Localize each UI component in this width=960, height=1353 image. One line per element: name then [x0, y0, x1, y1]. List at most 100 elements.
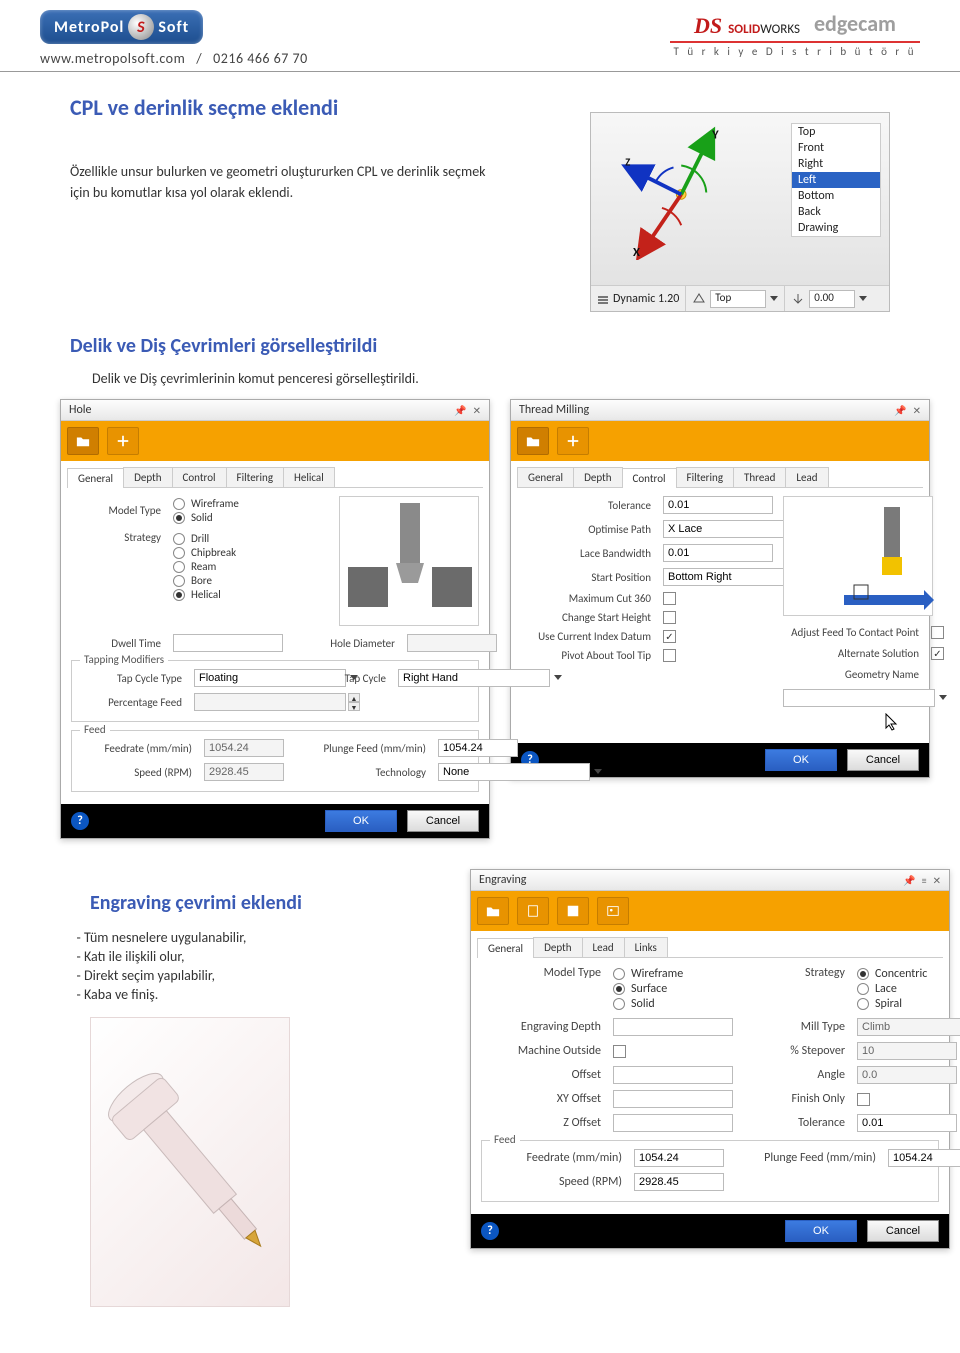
view-option[interactable]: Left: [792, 172, 880, 188]
z-offset-input[interactable]: [613, 1114, 733, 1132]
radio-icon[interactable]: [173, 589, 185, 601]
radio-icon[interactable]: [613, 968, 625, 980]
cancel-button[interactable]: Cancel: [407, 810, 479, 832]
tolerance-input[interactable]: [663, 496, 773, 514]
pin-icon[interactable]: 📌: [454, 404, 466, 417]
spin-up-icon[interactable]: ▲: [348, 693, 360, 702]
tab-general[interactable]: General: [517, 467, 574, 487]
ribbon-page-button[interactable]: [517, 897, 549, 925]
view-option[interactable]: Top: [792, 124, 880, 140]
tab-depth[interactable]: Depth: [573, 467, 622, 487]
tab-depth[interactable]: Depth: [533, 937, 582, 957]
radio-icon[interactable]: [173, 533, 185, 545]
ribbon-folder-button[interactable]: [477, 897, 509, 925]
pivot-tool-tip-check[interactable]: [663, 649, 676, 662]
depth-input[interactable]: 0.00: [809, 290, 855, 308]
radio-option[interactable]: Spiral: [857, 997, 957, 1011]
radio-icon[interactable]: [173, 547, 185, 559]
radio-icon[interactable]: [857, 998, 869, 1010]
chevron-down-icon[interactable]: [770, 296, 778, 301]
view-option[interactable]: Back: [792, 204, 880, 220]
radio-option[interactable]: Wireframe: [173, 497, 327, 510]
view-option[interactable]: Drawing: [792, 220, 880, 236]
plunge-input[interactable]: [888, 1149, 960, 1167]
view-option[interactable]: Bottom: [792, 188, 880, 204]
chevron-down-icon[interactable]: [594, 769, 602, 781]
pin-icon[interactable]: 📌: [903, 874, 915, 887]
finish-only-check[interactable]: [857, 1093, 870, 1106]
tab-control[interactable]: Control: [622, 468, 677, 488]
engraving-depth-input[interactable]: [613, 1018, 733, 1036]
radio-option[interactable]: Ream: [173, 560, 327, 573]
tap-cycle-combo[interactable]: [398, 669, 550, 687]
mill-type-combo[interactable]: [857, 1018, 960, 1036]
radio-option[interactable]: Solid: [613, 997, 733, 1011]
view-list[interactable]: TopFrontRightLeftBottomBackDrawing: [791, 123, 881, 237]
ribbon-folder-button[interactable]: [67, 427, 99, 455]
cpl-combo[interactable]: Top: [710, 290, 766, 308]
chevron-down-icon[interactable]: [554, 675, 562, 687]
help-icon[interactable]: ?: [71, 812, 89, 830]
offset-input[interactable]: [613, 1066, 733, 1084]
tab-general[interactable]: General: [67, 468, 124, 488]
tab-control[interactable]: Control: [172, 467, 227, 487]
tab-links[interactable]: Links: [624, 937, 668, 957]
radio-option[interactable]: Drill: [173, 532, 327, 545]
help-icon[interactable]: ?: [481, 1222, 499, 1240]
spin-down-icon[interactable]: ▼: [348, 702, 360, 711]
ok-button[interactable]: OK: [765, 749, 837, 771]
tab-lead[interactable]: Lead: [785, 467, 828, 487]
ribbon-add-button[interactable]: [107, 427, 139, 455]
lace-bandwidth-input[interactable]: [663, 544, 773, 562]
tab-depth[interactable]: Depth: [123, 467, 172, 487]
tolerance-input[interactable]: [857, 1114, 957, 1132]
tab-general[interactable]: General: [477, 938, 534, 958]
radio-option[interactable]: Concentric: [857, 967, 957, 981]
radio-icon[interactable]: [857, 983, 869, 995]
ribbon-save-button[interactable]: [557, 897, 589, 925]
radio-option[interactable]: Wireframe: [613, 967, 733, 981]
cancel-button[interactable]: Cancel: [847, 749, 919, 771]
chevron-down-icon[interactable]: [859, 296, 867, 301]
technology-combo[interactable]: [438, 763, 590, 781]
ribbon-add-button[interactable]: [557, 427, 589, 455]
radio-option[interactable]: Helical: [173, 588, 327, 601]
xy-offset-input[interactable]: [613, 1090, 733, 1108]
tab-filtering[interactable]: Filtering: [676, 467, 734, 487]
pin-icon[interactable]: 📌: [894, 404, 906, 417]
radio-icon[interactable]: [613, 983, 625, 995]
machine-outside-check[interactable]: [613, 1045, 626, 1058]
tab-thread[interactable]: Thread: [733, 467, 786, 487]
view-option[interactable]: Right: [792, 156, 880, 172]
close-icon[interactable]: ✕: [473, 404, 481, 417]
cancel-button[interactable]: Cancel: [867, 1220, 939, 1242]
plunge-input[interactable]: [438, 739, 518, 757]
dwell-input[interactable]: [173, 634, 283, 652]
radio-icon[interactable]: [173, 512, 185, 524]
ok-button[interactable]: OK: [785, 1220, 857, 1242]
feedrate-input[interactable]: [634, 1149, 724, 1167]
radio-icon[interactable]: [613, 998, 625, 1010]
radio-icon[interactable]: [173, 498, 185, 510]
adjust-feed-check[interactable]: [931, 626, 944, 639]
radio-option[interactable]: Bore: [173, 574, 327, 587]
geometry-name-combo[interactable]: [783, 689, 935, 707]
close-icon[interactable]: ✕: [913, 404, 921, 417]
view-option[interactable]: Front: [792, 140, 880, 156]
ribbon-folder-button[interactable]: [517, 427, 549, 455]
chevron-down-icon[interactable]: [939, 695, 947, 707]
radio-icon[interactable]: [173, 561, 185, 573]
radio-icon[interactable]: [173, 575, 185, 587]
speed-input[interactable]: [634, 1173, 724, 1191]
tab-helical[interactable]: Helical: [283, 467, 335, 487]
max-cut-360-check[interactable]: [663, 592, 676, 605]
radio-option[interactable]: Lace: [857, 982, 957, 996]
radio-option[interactable]: Solid: [173, 511, 327, 524]
ribbon-image-button[interactable]: [597, 897, 629, 925]
alt-solution-check[interactable]: [931, 647, 944, 660]
menu-icon[interactable]: ≡: [922, 874, 927, 887]
close-icon[interactable]: ✕: [933, 874, 941, 887]
radio-option[interactable]: Chipbreak: [173, 546, 327, 559]
use-index-datum-check[interactable]: [663, 630, 676, 643]
radio-option[interactable]: Surface: [613, 982, 733, 996]
